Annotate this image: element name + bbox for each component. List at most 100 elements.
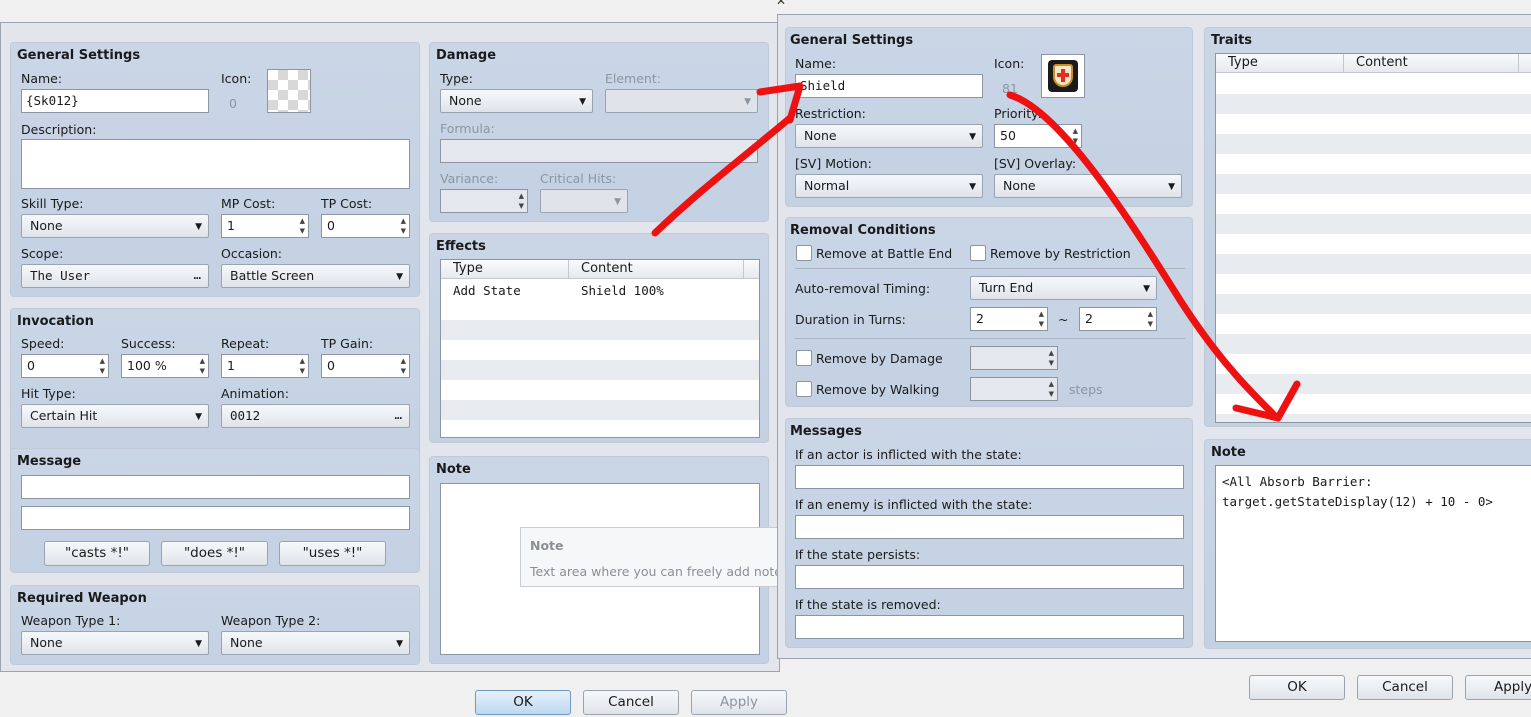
steps-label: steps [1069,382,1103,397]
note-line-2: target.getStateDisplay(12) + 10 - 0> [1222,494,1493,509]
skill-type-label: Skill Type: [21,196,84,211]
cancel-button[interactable]: Cancel [1357,675,1453,700]
group-title: Removal Conditions [790,223,936,238]
cancel-button[interactable]: Cancel [583,690,679,715]
close-icon[interactable]: ✕ [776,0,786,8]
auto-timing-value: Turn End [979,280,1034,295]
chevron-down-icon: ▼ [195,412,202,422]
name-label: Name: [21,71,63,86]
actor-message-input[interactable] [795,465,1184,489]
formula-input[interactable] [440,139,758,163]
ellipsis-icon: … [394,407,402,422]
scope-select[interactable]: The User… [21,264,209,288]
spin-arrows-icon: ▲ ▼ [199,357,205,375]
casts-button[interactable]: "casts *!" [44,541,150,566]
col-content-header[interactable]: Content [581,261,633,276]
group-title: Invocation [17,314,94,329]
spin-arrows-icon: ▲ ▼ [1147,310,1153,328]
col-type-header[interactable]: Type [453,261,483,276]
critical-hits-select[interactable]: ▼ [540,189,628,213]
duration-max-stepper[interactable]: 2 ▲ ▼ [1079,307,1157,331]
does-button[interactable]: "does *!" [161,541,268,566]
steps-stepper[interactable]: ▲ ▼ [970,377,1058,401]
ok-button[interactable]: OK [1249,675,1345,700]
duration-min-value: 2 [976,311,984,326]
weapon-type-2-select[interactable]: None ▼ [221,631,410,655]
battle-end-checkbox[interactable] [796,245,812,261]
speed-stepper[interactable]: 0 ▲ ▼ [21,354,109,378]
col-content-header[interactable]: Content [1356,55,1408,70]
note-textarea[interactable]: <All Absorb Barrier: target.getStateDisp… [1215,465,1531,642]
table-header: Type Content [1216,54,1531,73]
group-title: General Settings [790,33,914,48]
table-row[interactable]: Add State Shield 100% [441,280,759,300]
repeat-stepper[interactable]: 1 ▲ ▼ [221,354,309,378]
damage-type-select[interactable]: None ▼ [440,89,593,113]
description-input[interactable] [21,139,410,189]
group-title: Required Weapon [17,591,147,606]
success-stepper[interactable]: 100 % ▲ ▼ [121,354,209,378]
spin-arrows-icon: ▲ ▼ [400,217,406,235]
damage-percent-stepper[interactable]: ▲ ▼ [970,346,1058,370]
traits-table[interactable]: Type Content [1215,53,1531,423]
tp-cost-stepper[interactable]: 0 ▲ ▼ [321,214,410,238]
weapon-type-1-select[interactable]: None ▼ [21,631,209,655]
message-line-2-input[interactable] [21,506,410,530]
chevron-down-icon: ▼ [195,222,202,232]
by-restriction-checkbox[interactable] [970,245,986,261]
skill-type-select[interactable]: None ▼ [21,214,209,238]
name-input[interactable]: Shield [795,74,983,98]
note-group: Note <All Absorb Barrier: target.getStat… [1204,439,1531,649]
success-label: Success: [121,336,176,351]
col-type-header[interactable]: Type [1228,55,1258,70]
apply-button[interactable]: Apply [691,690,787,715]
motion-value: Normal [804,178,850,193]
mp-cost-stepper[interactable]: 1 ▲ ▼ [221,214,309,238]
icon-picker[interactable] [1041,54,1085,98]
tp-gain-stepper[interactable]: 0 ▲ ▼ [321,354,410,378]
persists-message-input[interactable] [795,565,1184,589]
hit-type-select[interactable]: Certain Hit ▼ [21,404,209,428]
auto-timing-select[interactable]: Turn End ▼ [970,276,1157,300]
overlay-label: [SV] Overlay: [994,156,1077,171]
removed-message-input[interactable] [795,615,1184,639]
name-input[interactable]: {Sk012} [21,89,209,113]
ok-button[interactable]: OK [475,690,571,715]
effects-group: Effects Type Content Add State Shield 10… [429,233,769,443]
by-walking-checkbox[interactable] [796,381,812,397]
priority-stepper[interactable]: 50 ▲ ▼ [994,124,1082,148]
restriction-select[interactable]: None ▼ [795,124,983,148]
spin-arrows-icon: ▲ ▼ [518,192,524,210]
by-restriction-label: Remove by Restriction [990,246,1131,261]
spin-arrows-icon: ▲ ▼ [400,357,406,375]
tp-cost-value: 0 [327,218,335,233]
motion-select[interactable]: Normal ▼ [795,174,983,198]
icon-index: 81 [1002,81,1018,96]
apply-button[interactable]: Apply [1465,675,1531,700]
damage-type-value: None [449,93,482,108]
occasion-select[interactable]: Battle Screen ▼ [221,264,410,288]
chevron-down-icon: ▼ [579,97,586,107]
overlay-select[interactable]: None ▼ [994,174,1182,198]
tooltip-text: Text area where you can freely add note [530,564,782,579]
element-select[interactable]: ▼ [605,89,758,113]
animation-select[interactable]: 0012… [221,404,410,428]
tooltip-title: Note [530,538,564,553]
uses-button[interactable]: "uses *!" [279,541,386,566]
duration-min-stepper[interactable]: 2 ▲ ▼ [970,307,1048,331]
by-damage-checkbox[interactable] [796,350,812,366]
spin-arrows-icon: ▲ ▼ [99,357,105,375]
priority-value: 50 [1000,128,1016,143]
icon-picker[interactable] [267,69,311,113]
success-value: 100 % [127,358,167,373]
effect-type-cell: Add State [453,283,521,298]
shield-cross-icon [1048,60,1078,92]
variance-stepper[interactable]: ▲ ▼ [440,189,528,213]
chevron-down-icon: ▼ [614,197,621,207]
enemy-message-input[interactable] [795,515,1184,539]
tilde: ~ [1058,312,1069,327]
effects-table[interactable]: Type Content Add State Shield 100% [440,259,760,438]
group-title: Messages [790,424,862,439]
group-title: Traits [1211,33,1253,48]
message-line-1-input[interactable] [21,475,410,499]
